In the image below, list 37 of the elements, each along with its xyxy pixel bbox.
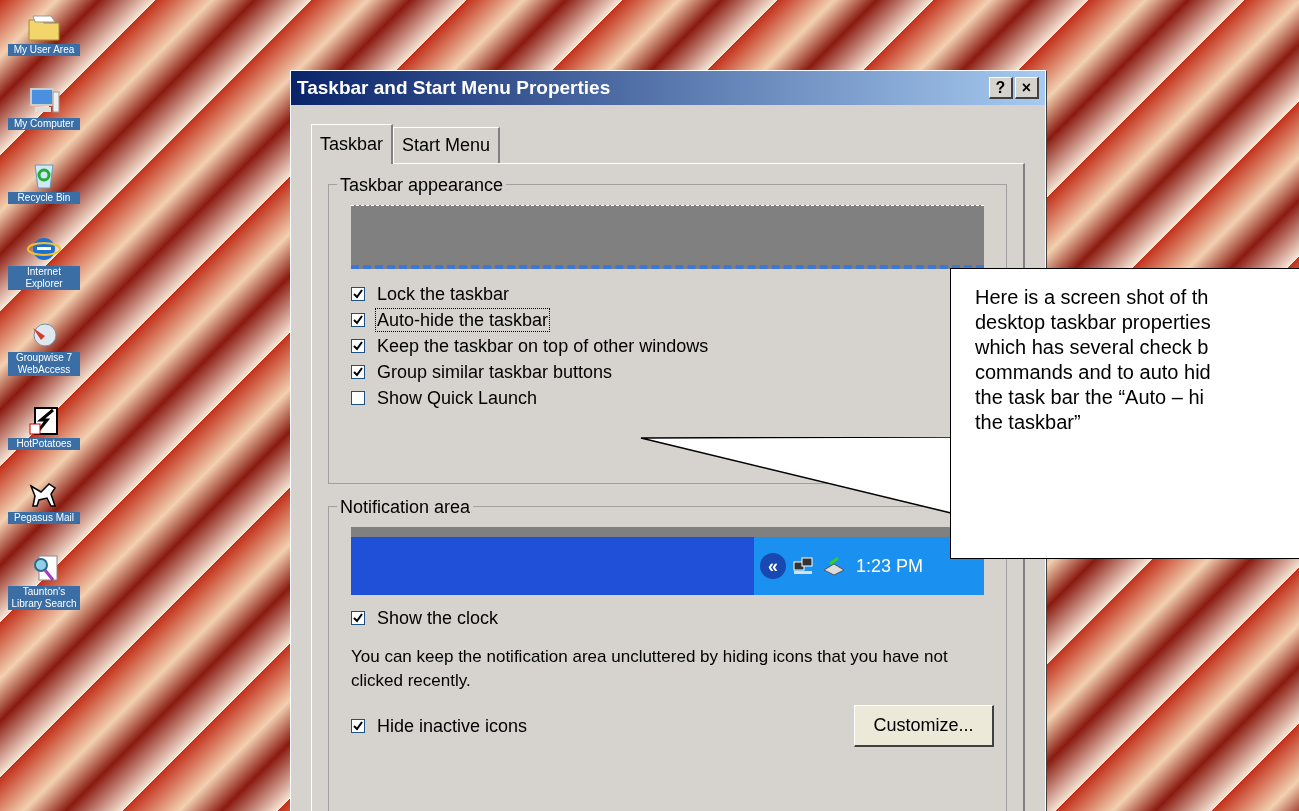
- desktop-icon-label[interactable]: HotPotatoes: [8, 438, 80, 450]
- expand-button[interactable]: «: [760, 553, 786, 579]
- network-computers-icon: [792, 556, 816, 576]
- folder-icon: [27, 12, 61, 42]
- checkbox[interactable]: [351, 719, 365, 733]
- checkbox[interactable]: [351, 611, 365, 625]
- checkbox-label[interactable]: Lock the taskbar: [375, 281, 512, 307]
- description-text: You can keep the notification area uncluttered by hiding icons that you have not clicked recently.: [351, 646, 949, 692]
- checkbox-label[interactable]: Auto-hide the taskbar: [375, 307, 551, 333]
- customize-button[interactable]: Customize...: [854, 705, 994, 747]
- desktop-icon-label[interactable]: Taunton's Library Search: [8, 586, 80, 610]
- desktop-icon-label[interactable]: My User Area: [8, 44, 80, 56]
- checkbox[interactable]: [351, 339, 365, 353]
- checkbox[interactable]: [351, 287, 365, 301]
- checkbox[interactable]: [351, 365, 365, 379]
- title-bar-button[interactable]: ×: [1015, 77, 1039, 99]
- computer-icon: [27, 86, 61, 116]
- window-title: Taskbar and Start Menu Properties: [297, 75, 611, 100]
- desktop-icon-label[interactable]: My Computer: [8, 118, 80, 130]
- desktop-icon-label[interactable]: Pegasus Mail: [8, 512, 80, 524]
- checkbox-label[interactable]: Show the clock: [375, 605, 501, 631]
- checkbox-label[interactable]: Keep the taskbar on top of other windows: [375, 333, 711, 359]
- tab[interactable]: Start Menu: [393, 127, 501, 163]
- checkbox-label[interactable]: Show Quick Launch: [375, 385, 540, 411]
- checkbox[interactable]: [351, 313, 365, 327]
- network-disk-icon: [822, 556, 846, 576]
- checkbox-label[interactable]: Group similar taskbar buttons: [375, 359, 615, 385]
- tab[interactable]: Taskbar: [311, 124, 394, 164]
- checkbox-label[interactable]: Hide inactive icons: [375, 713, 530, 739]
- desktop-icon-label[interactable]: Internet Explorer: [8, 266, 80, 290]
- checkbox[interactable]: [351, 391, 365, 405]
- title-bar-button[interactable]: ?: [989, 77, 1013, 99]
- clock-text: 1:23 PM: [856, 554, 924, 578]
- desktop-icon-label[interactable]: Groupwise 7 WebAccess: [8, 352, 80, 376]
- lightning-document-icon: [27, 406, 61, 436]
- callout-text: Here is a screen shot of th desktop taskbar properties which has several check b commands and to auto hid the task bar the “Auto – hi the taskbar”: [975, 285, 1212, 435]
- desktop-icon-label[interactable]: Recycle Bin: [8, 192, 80, 204]
